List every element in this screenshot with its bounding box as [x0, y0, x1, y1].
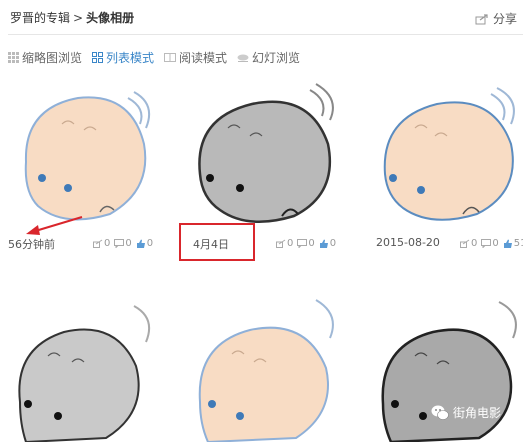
watermark-text: 街角电影: [453, 406, 502, 420]
wechat-icon: [431, 405, 449, 420]
photo-thumbnail[interactable]: [190, 292, 340, 442]
cartoon-head-image: [6, 292, 156, 442]
watermark: 街角电影: [431, 404, 501, 421]
cartoon-head-image: [198, 299, 334, 442]
photo-thumbnail[interactable]: [6, 292, 156, 442]
